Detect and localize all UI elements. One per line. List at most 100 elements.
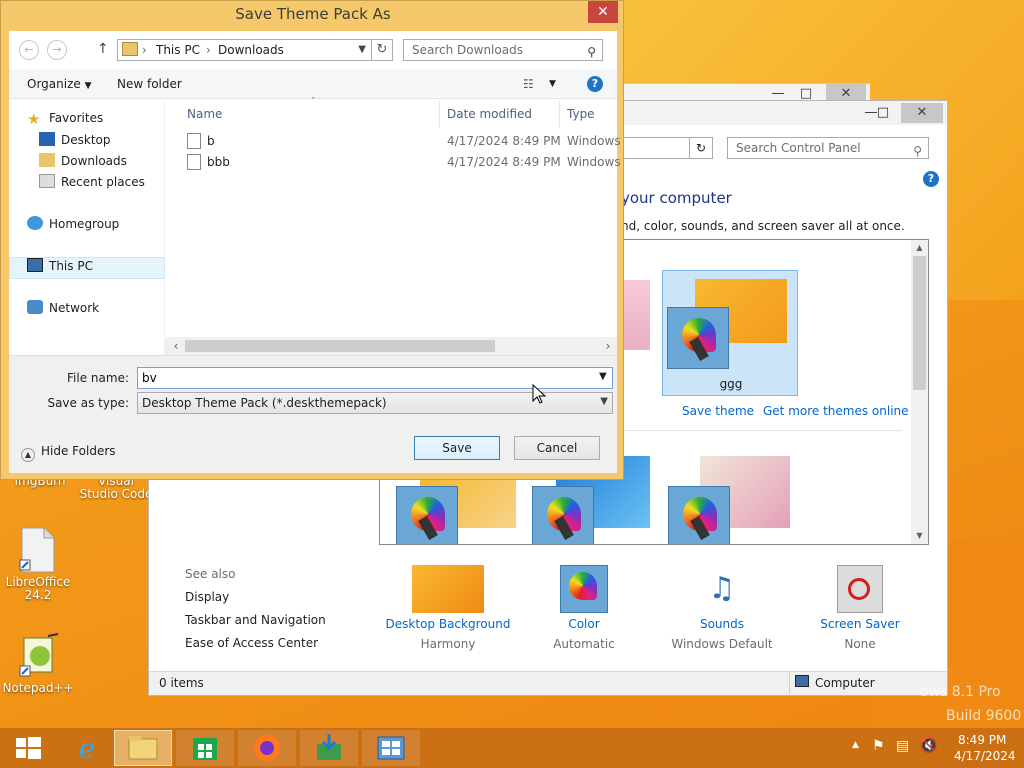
chevron-down-icon[interactable]: ▼ <box>549 79 556 89</box>
column-divider[interactable] <box>559 101 560 127</box>
scroll-left-icon[interactable]: ‹ <box>167 337 185 355</box>
desktop-icon-notepadpp[interactable]: Notepad++ <box>0 632 76 695</box>
breadcrumb-downloads[interactable]: Downloads <box>218 43 284 57</box>
desktop-icon-libreoffice[interactable]: LibreOffice 24.2 <box>0 526 76 602</box>
scroll-right-icon[interactable]: › <box>599 337 617 355</box>
color-item[interactable]: Color Automatic <box>519 565 649 651</box>
save-theme-link[interactable]: Save theme <box>682 404 754 418</box>
nav-item-recent[interactable]: Recent places <box>39 174 145 189</box>
theme-item-selected[interactable]: ggg <box>662 270 798 396</box>
file-row[interactable]: bbb 4/17/2024 8:49 PM Windows <box>165 152 621 172</box>
address-bar[interactable]: › This PC › Downloads ▼ <box>117 39 373 61</box>
nav-item-downloads[interactable]: Downloads <box>39 153 127 168</box>
dialog-toolbar: Organize ▼ New folder ☷ ▼ ? <box>9 69 617 99</box>
homegroup-icon <box>27 216 43 230</box>
back-button[interactable]: ← <box>19 40 39 60</box>
new-folder-button[interactable]: New folder <box>117 77 182 91</box>
refresh-button[interactable]: ↻ <box>371 39 393 61</box>
screen-saver-item[interactable]: Screen Saver None <box>795 565 925 651</box>
cancel-button[interactable]: Cancel <box>514 436 600 460</box>
view-options-icon[interactable]: ☷ <box>523 77 534 91</box>
column-header-type[interactable]: Type <box>567 107 595 121</box>
nav-item-this-pc[interactable]: This PC <box>27 258 93 273</box>
file-list: Name ˄ Date modified Type b 4/17/2024 8:… <box>165 97 621 355</box>
taskbar-downloads-app[interactable] <box>300 730 358 766</box>
organize-button[interactable]: Organize ▼ <box>27 77 92 91</box>
column-divider[interactable] <box>439 101 440 127</box>
computer-icon <box>795 675 809 687</box>
scrollbar-thumb[interactable] <box>185 340 495 352</box>
chevron-down-icon[interactable]: ▼ <box>599 371 607 382</box>
status-bar: 0 items Computer <box>149 671 947 695</box>
taskbar-firefox[interactable] <box>238 730 296 766</box>
volume-muted-icon[interactable]: 🔇 <box>920 738 937 754</box>
scrollbar-thumb[interactable] <box>913 256 926 390</box>
desktop-icon-label: Notepad++ <box>2 681 74 695</box>
search-input[interactable]: Search Control Panel ⚲ <box>727 137 929 159</box>
column-header-date[interactable]: Date modified <box>447 107 532 121</box>
search-input[interactable]: Search Downloads ⚲ <box>403 39 603 61</box>
column-header-name[interactable]: Name <box>187 107 222 121</box>
file-list-hscrollbar[interactable]: ‹ › <box>165 337 617 355</box>
status-location: Computer <box>815 676 875 690</box>
file-type: Windows <box>567 134 621 148</box>
computer-icon <box>27 258 43 272</box>
taskbar-navigation-link[interactable]: Taskbar and Navigation <box>185 613 326 627</box>
desktop-background-label: Desktop Background <box>385 617 511 631</box>
desktop-background-item[interactable]: Desktop Background Harmony <box>383 565 513 651</box>
control-panel-icon <box>377 736 405 760</box>
nav-item-homegroup[interactable]: Homegroup <box>27 216 119 231</box>
sounds-item[interactable]: ♫ Sounds Windows Default <box>657 565 787 651</box>
theme-thumbnail[interactable] <box>620 280 650 350</box>
clock-date[interactable]: 4/17/2024 <box>954 749 1016 763</box>
download-app-icon <box>317 734 341 760</box>
up-button[interactable]: ↑ <box>97 41 109 57</box>
close-icon[interactable]: ✕ <box>901 103 943 123</box>
start-button[interactable] <box>0 730 58 766</box>
no-sign-icon <box>848 578 870 600</box>
breadcrumb-this-pc[interactable]: This PC <box>156 43 200 57</box>
scroll-down-icon[interactable]: ▼ <box>911 528 928 544</box>
refresh-button[interactable]: ↻ <box>689 137 713 159</box>
get-more-themes-link[interactable]: Get more themes online <box>763 404 909 418</box>
save-button[interactable]: Save <box>414 436 500 460</box>
item-count: 0 items <box>159 676 204 690</box>
search-icon: ⚲ <box>913 144 922 158</box>
notepadpp-icon <box>18 632 59 678</box>
taskbar-store[interactable] <box>176 730 234 766</box>
nav-item-desktop[interactable]: Desktop <box>39 132 111 147</box>
forward-button[interactable]: → <box>47 40 67 60</box>
network-tray-icon[interactable]: ▤ <box>896 738 909 754</box>
sort-ascending-icon: ˄ <box>311 97 316 107</box>
nav-item-favorites[interactable]: ★ Favorites <box>27 111 103 127</box>
arrow-up-icon: ↑ <box>97 41 109 57</box>
display-link[interactable]: Display <box>185 590 229 604</box>
maximize-icon[interactable]: □ <box>869 103 897 123</box>
taskbar-file-explorer[interactable] <box>114 730 172 766</box>
sounds-value: Windows Default <box>671 637 773 651</box>
organize-label: Organize <box>27 77 81 91</box>
search-icon: ⚲ <box>587 45 596 59</box>
taskbar-control-panel[interactable] <box>362 730 420 766</box>
save-dialog: Save Theme Pack As ✕ ← → ↑ › This PC › D… <box>0 0 624 480</box>
nav-item-network[interactable]: Network <box>27 300 99 315</box>
file-row[interactable]: b 4/17/2024 8:49 PM Windows <box>165 131 621 151</box>
navigation-pane: ★ Favorites Desktop Downloads Recent plac… <box>9 99 165 355</box>
show-hidden-icons[interactable]: ▲ <box>852 740 859 750</box>
file-explorer-icon <box>128 736 158 760</box>
scroll-up-icon[interactable]: ▲ <box>911 240 928 256</box>
ease-of-access-link[interactable]: Ease of Access Center <box>185 636 318 650</box>
help-icon[interactable]: ? <box>587 76 603 92</box>
help-icon[interactable]: ? <box>923 171 939 187</box>
close-button[interactable]: ✕ <box>588 1 618 23</box>
taskbar-internet-explorer[interactable]: e <box>58 730 116 766</box>
search-placeholder: Search Downloads <box>412 43 523 57</box>
action-center-flag-icon[interactable]: ⚑ <box>872 738 885 754</box>
color-value: Automatic <box>553 637 615 651</box>
theme-file-icon <box>187 154 201 170</box>
hide-folders-button[interactable]: ▲ Hide Folders <box>21 444 116 462</box>
chevron-down-icon[interactable]: ▼ <box>358 44 366 55</box>
theme-list-scrollbar[interactable]: ▲ ▼ <box>911 240 928 544</box>
clock-time[interactable]: 8:49 PM <box>958 733 1006 747</box>
save-as-type-label: Save as type: <box>47 396 129 410</box>
